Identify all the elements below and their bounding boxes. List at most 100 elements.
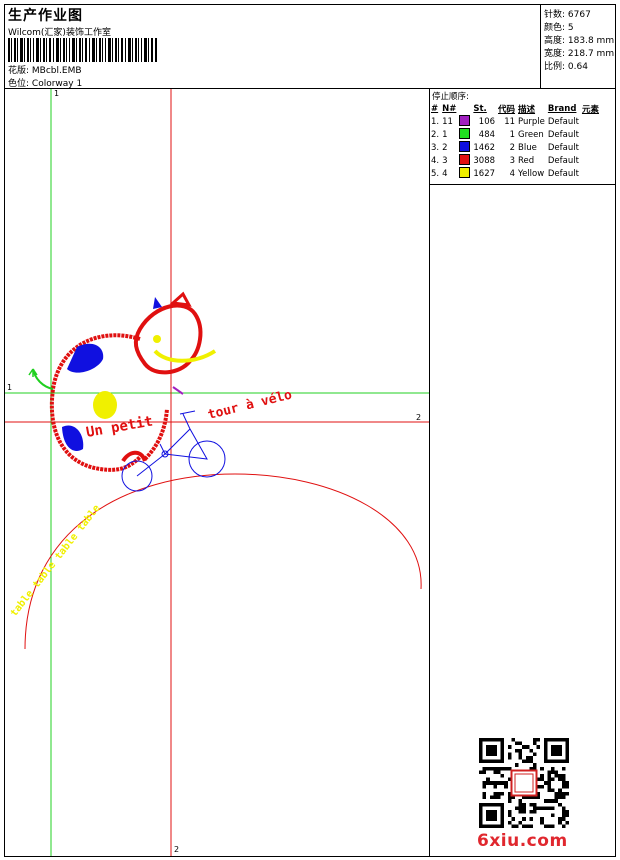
legend-cell-idx: 4.	[431, 155, 440, 166]
stat-height: 高度: 183.8 mm	[544, 36, 615, 46]
color-swatch	[459, 141, 471, 152]
legend-cell-brand: Default	[547, 168, 579, 179]
legend-cell-idx: 3.	[431, 142, 440, 153]
cow-yellow-patch	[93, 391, 117, 419]
legend-cell-elem	[582, 154, 602, 167]
legend-cell-n: 4	[442, 168, 448, 179]
legend-cell-desc: Yellow	[518, 168, 545, 179]
legend-cell-brand: Default	[547, 129, 579, 140]
legend-cell-elem	[582, 141, 602, 154]
legend-cell-idx: 2.	[431, 129, 440, 140]
col-header: #	[431, 103, 439, 114]
cow-head	[133, 303, 203, 375]
cow-ear-blue	[153, 297, 162, 309]
legend-cell-n: 2	[442, 142, 448, 153]
stop-sequence-table: # N# St. 代码 描述 Brand 元素 1. 11 106 11 Purple D…	[431, 102, 602, 180]
legend-cell-code: 4	[509, 168, 516, 179]
design-file: 花版: MBcbl.EMB	[8, 63, 82, 76]
legend-cell-idx: 5.	[431, 168, 440, 179]
legend-cell-brand: Default	[547, 155, 579, 166]
legend-cell-swatch	[459, 115, 473, 128]
ground-arc	[24, 473, 422, 650]
cow-foot	[121, 450, 147, 463]
cow-tail	[32, 368, 54, 390]
legend-cell-swatch	[459, 154, 473, 167]
legend-header-row: # N# St. 代码 描述 Brand 元素	[431, 102, 602, 115]
legend-row: 3. 2 1462 2 Blue Default	[431, 141, 602, 154]
legend-cell-n: 11	[442, 116, 453, 127]
legend-cell-st: 1462	[473, 142, 496, 153]
col-header: St.	[473, 103, 487, 114]
legend-title: 停止顺序:	[432, 92, 469, 102]
watermark-logo: 6xiu.com	[477, 831, 568, 851]
legend-cell-elem	[582, 115, 602, 128]
col-header: N#	[442, 103, 457, 114]
colorway: 色位: Colorway 1	[8, 76, 82, 89]
col-header	[459, 102, 473, 115]
legend-cell-brand: Default	[547, 116, 579, 127]
guide-label-green-top: 1	[54, 89, 60, 98]
col-header: 描述	[518, 104, 536, 115]
col-header: Brand	[547, 103, 577, 114]
embroidery-artwork: Un petit tour à vélo table table table t…	[5, 89, 429, 856]
cow-mouth	[153, 349, 217, 363]
page-title: 生产作业图	[8, 8, 83, 24]
color-swatch	[459, 167, 471, 178]
legend-cell-n: 1	[442, 129, 448, 140]
stat-stitches: 针数: 6767	[544, 10, 591, 20]
design-label: 花版:	[8, 66, 30, 76]
legend-cell-desc: Green	[518, 129, 544, 140]
legend-row: 2. 1 484 1 Green Default	[431, 128, 602, 141]
col-header: 元素	[581, 104, 599, 115]
legend-cell-swatch	[459, 167, 473, 180]
studio-name: Wilcom(汇家)装饰工作室	[8, 28, 111, 38]
legend-cell-idx: 1.	[431, 116, 440, 127]
legend-cell-n: 3	[442, 155, 448, 166]
guide-label-red-right: 2	[416, 413, 422, 422]
barcode	[8, 38, 157, 62]
colorway-value: Colorway 1	[31, 79, 83, 89]
legend-row: 4. 3 3088 3 Red Default	[431, 154, 602, 167]
colorway-label: 色位:	[8, 79, 30, 89]
legend-cell-desc: Blue	[518, 142, 537, 153]
stat-scale: 比例: 0.64	[544, 62, 588, 72]
stats-panel: 针数: 6767 颜色: 5 高度: 183.8 mm 宽度: 218.7 mm…	[541, 5, 615, 89]
production-sheet: 生产作业图 Wilcom(汇家)装饰工作室 花版: MBcbl.EMB 色位: …	[4, 4, 616, 857]
stat-colors: 颜色: 5	[544, 23, 574, 33]
stat-width: 宽度: 218.7 mm	[544, 49, 615, 59]
design-value: MBcbl.EMB	[31, 66, 82, 76]
design-canvas: Un petit tour à vélo table table table t…	[5, 89, 430, 856]
artwork-text-un-petit: Un petit	[85, 413, 154, 440]
legend-cell-code: 3	[509, 155, 516, 166]
legend-cell-code: 1	[509, 129, 516, 140]
legend-cell-st: 484	[478, 129, 496, 140]
color-swatch	[459, 154, 471, 165]
legend-cell-swatch	[459, 128, 473, 141]
legend-cell-brand: Default	[547, 142, 579, 153]
legend-cell-elem	[582, 167, 602, 180]
guide-label-red-bottom: 2	[174, 845, 180, 854]
stats-list: 针数: 6767 颜色: 5 高度: 183.8 mm 宽度: 218.7 mm…	[541, 5, 615, 74]
cow-spot-top	[67, 343, 104, 373]
legend-cell-elem	[582, 128, 602, 141]
legend-row: 5. 4 1627 4 Yellow Default	[431, 167, 602, 180]
col-header: 代码	[498, 104, 516, 115]
legend-cell-st: 3088	[473, 155, 496, 166]
color-swatch	[459, 115, 471, 126]
legend-cell-code: 2	[509, 142, 516, 153]
qr-code	[479, 738, 569, 828]
legend-row: 1. 11 106 11 Purple Default	[431, 115, 602, 128]
legend-cell-desc: Purple	[518, 116, 545, 127]
cow-ear-red	[169, 291, 192, 307]
artwork-text-table: table table table table	[9, 503, 103, 619]
legend-cell-st: 1627	[473, 168, 496, 179]
legend-cell-desc: Red	[518, 155, 535, 166]
header-info: 生产作业图 Wilcom(汇家)装饰工作室 花版: MBcbl.EMB 色位: …	[5, 5, 541, 89]
legend-cell-st: 106	[478, 116, 496, 127]
color-swatch	[459, 128, 471, 139]
cow-nose	[153, 335, 161, 343]
guide-label-green-left: 1	[7, 383, 13, 392]
legend-cell-code: 11	[504, 116, 516, 127]
stop-sequence-panel: 停止顺序: # N# St. 代码 描述 Brand 元素 1. 11 106 11 P…	[430, 89, 615, 185]
legend-cell-swatch	[459, 141, 473, 154]
